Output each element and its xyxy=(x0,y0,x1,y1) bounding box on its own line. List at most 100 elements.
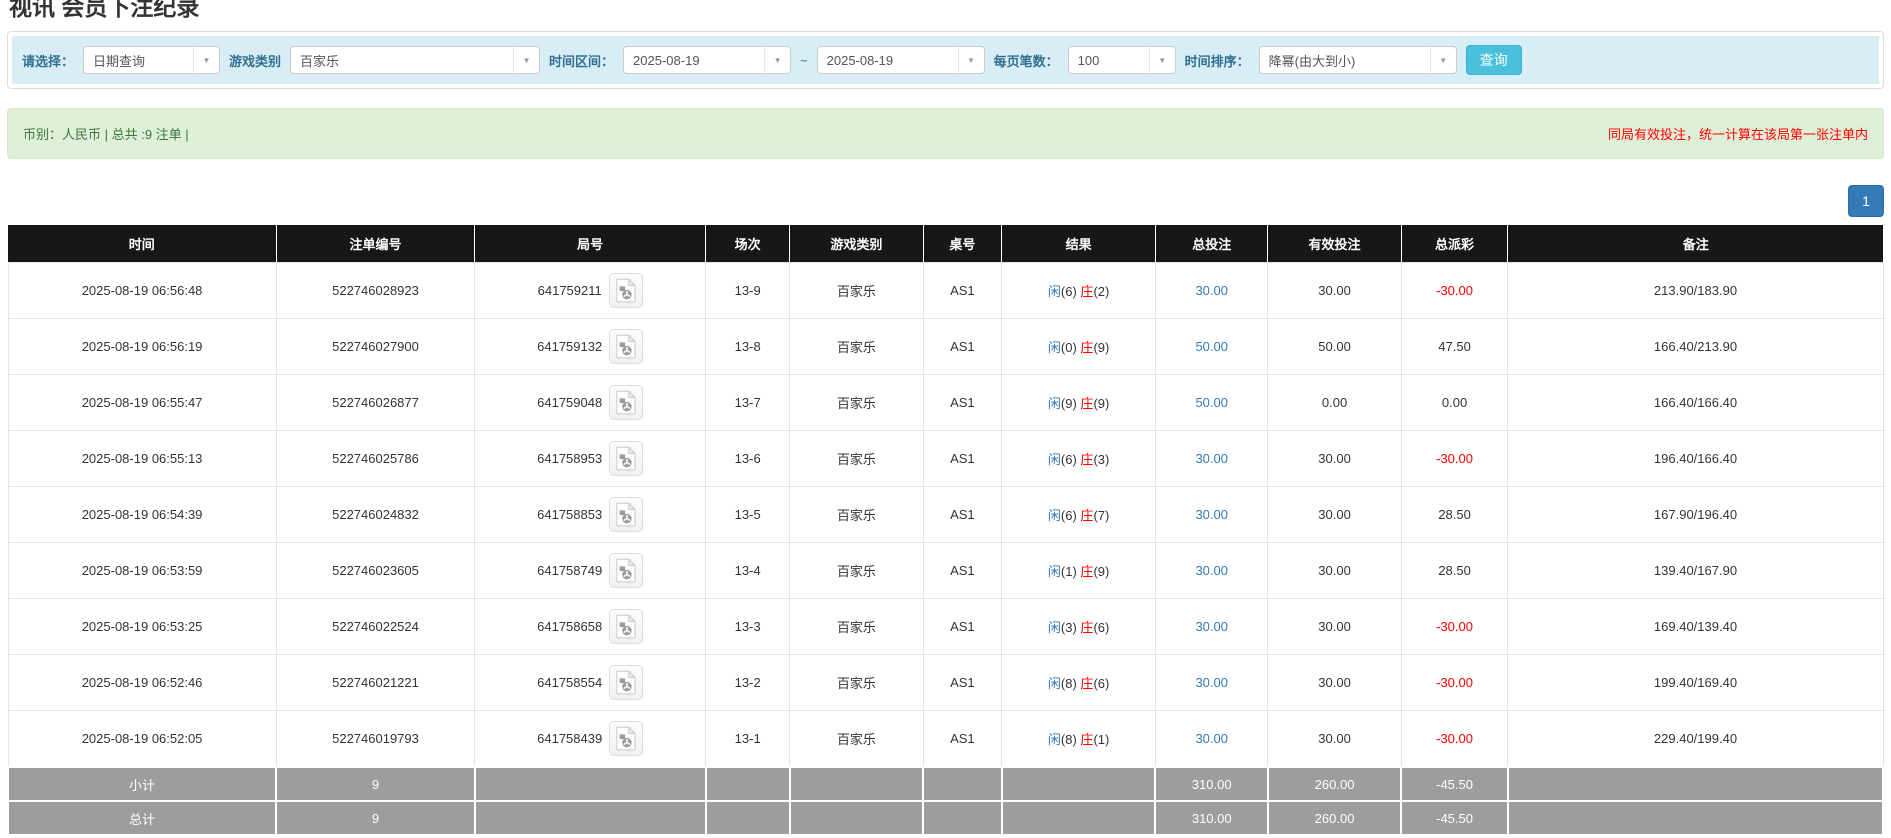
bets-table: 时间注单编号局号场次游戏类别桌号结果总投注有效投注总派彩备注 2025-08-1… xyxy=(7,225,1884,836)
table-number: AS1 xyxy=(923,487,1002,543)
query-button[interactable]: 查询 xyxy=(1466,45,1522,75)
bet-time: 2025-08-19 06:55:47 xyxy=(8,375,276,431)
date-to-select[interactable]: 2025-08-19 ▼ xyxy=(817,46,985,74)
video-replay-icon[interactable] xyxy=(609,273,643,308)
bet-time: 2025-08-19 06:53:59 xyxy=(8,543,276,599)
total-row-cell-3 xyxy=(706,801,790,835)
result-player-points: (9) xyxy=(1061,396,1077,411)
total-bet-link[interactable]: 30.00 xyxy=(1155,487,1268,543)
bet-number: 522746027900 xyxy=(276,319,475,375)
date-from-select[interactable]: 2025-08-19 ▼ xyxy=(623,46,791,74)
round-number: 641759132 xyxy=(537,339,602,354)
result-cell: 闲(3) 庄(6) xyxy=(1002,599,1156,655)
session-number: 13-5 xyxy=(706,487,790,543)
game-type-select[interactable]: 百家乐 ▼ xyxy=(290,46,540,74)
total-row-cell-8: 260.00 xyxy=(1268,801,1401,835)
sort-order-label: 时间排序： xyxy=(1185,51,1250,70)
valid-bet-notice-text: 同局有效投注，统一计算在该局第一张注单内 xyxy=(1608,124,1868,143)
video-replay-icon[interactable] xyxy=(609,665,643,700)
video-replay-icon[interactable] xyxy=(609,721,643,756)
video-replay-icon[interactable] xyxy=(609,609,643,644)
result-banker-points: (9) xyxy=(1093,564,1109,579)
result-player-label: 闲 xyxy=(1048,452,1061,467)
result-banker-label: 庄 xyxy=(1080,676,1093,691)
round-number: 641759048 xyxy=(537,395,602,410)
total-payout: -30.00 xyxy=(1401,711,1508,768)
result-cell: 闲(0) 庄(9) xyxy=(1002,319,1156,375)
remark: 166.40/166.40 xyxy=(1508,375,1883,431)
query-type-value: 日期查询 xyxy=(84,51,193,70)
total-bet-link[interactable]: 30.00 xyxy=(1155,431,1268,487)
video-replay-icon[interactable] xyxy=(609,441,643,476)
table-number: AS1 xyxy=(923,543,1002,599)
valid-bet: 30.00 xyxy=(1268,711,1401,768)
video-replay-icon[interactable] xyxy=(609,553,643,588)
session-number: 13-9 xyxy=(706,263,790,319)
result-banker-points: (6) xyxy=(1093,620,1109,635)
remark: 229.40/199.40 xyxy=(1508,711,1883,768)
bet-number: 522746023605 xyxy=(276,543,475,599)
video-replay-icon[interactable] xyxy=(609,329,643,364)
remark: 167.90/196.40 xyxy=(1508,487,1883,543)
total-payout: -30.00 xyxy=(1401,599,1508,655)
total-bet-link[interactable]: 30.00 xyxy=(1155,599,1268,655)
bet-time: 2025-08-19 06:56:19 xyxy=(8,319,276,375)
page-size-label: 每页笔数： xyxy=(994,51,1059,70)
page-1-button[interactable]: 1 xyxy=(1848,185,1884,217)
bet-row: 2025-08-19 06:55:47522746026877641759048… xyxy=(8,375,1883,431)
round-cell: 641758853 xyxy=(475,487,706,543)
total-bet-link[interactable]: 30.00 xyxy=(1155,263,1268,319)
table-number: AS1 xyxy=(923,319,1002,375)
video-replay-icon[interactable] xyxy=(609,385,643,420)
subtotal-row-cell-5 xyxy=(923,767,1002,801)
total-bet-link[interactable]: 30.00 xyxy=(1155,543,1268,599)
result-player-points: (1) xyxy=(1061,564,1077,579)
page-size-select[interactable]: 100 ▼ xyxy=(1068,46,1176,74)
column-header-3: 场次 xyxy=(706,225,790,263)
subtotal-row-cell-9: -45.50 xyxy=(1401,767,1508,801)
game-type: 百家乐 xyxy=(790,319,923,375)
round-number: 641758439 xyxy=(537,731,602,746)
bet-time: 2025-08-19 06:52:46 xyxy=(8,655,276,711)
column-header-2: 局号 xyxy=(475,225,706,263)
game-type: 百家乐 xyxy=(790,487,923,543)
total-bet-link[interactable]: 50.00 xyxy=(1155,319,1268,375)
total-payout: 0.00 xyxy=(1401,375,1508,431)
total-payout: -30.00 xyxy=(1401,431,1508,487)
game-type-label: 游戏类别 xyxy=(229,51,281,70)
bet-number: 522746022524 xyxy=(276,599,475,655)
valid-bet: 30.00 xyxy=(1268,543,1401,599)
total-bet-link[interactable]: 30.00 xyxy=(1155,711,1268,768)
date-range-tilde: ~ xyxy=(800,53,808,68)
total-bet-link[interactable]: 30.00 xyxy=(1155,655,1268,711)
subtotal-row-cell-3 xyxy=(706,767,790,801)
result-cell: 闲(6) 庄(3) xyxy=(1002,431,1156,487)
total-row-cell-10 xyxy=(1508,801,1883,835)
chevron-down-icon: ▼ xyxy=(958,47,984,73)
result-cell: 闲(6) 庄(7) xyxy=(1002,487,1156,543)
result-banker-points: (1) xyxy=(1093,732,1109,747)
filter-panel: 请选择： 日期查询 ▼ 游戏类别 百家乐 ▼ 时间区间： 2025-08-19 … xyxy=(7,31,1884,89)
result-player-label: 闲 xyxy=(1048,676,1061,691)
result-cell: 闲(1) 庄(9) xyxy=(1002,543,1156,599)
result-banker-points: (7) xyxy=(1093,508,1109,523)
total-row-cell-2 xyxy=(475,801,706,835)
total-bet-link[interactable]: 50.00 xyxy=(1155,375,1268,431)
table-number: AS1 xyxy=(923,375,1002,431)
result-banker-label: 庄 xyxy=(1080,452,1093,467)
round-number: 641758953 xyxy=(537,451,602,466)
game-type: 百家乐 xyxy=(790,263,923,319)
chevron-down-icon: ▼ xyxy=(1430,47,1456,73)
query-type-select[interactable]: 日期查询 ▼ xyxy=(83,46,220,74)
table-number: AS1 xyxy=(923,655,1002,711)
subtotal-row-cell-0: 小计 xyxy=(8,767,276,801)
page-title: 视讯 会员下注纪录 xyxy=(9,0,1884,22)
result-banker-label: 庄 xyxy=(1080,620,1093,635)
result-banker-label: 庄 xyxy=(1080,284,1093,299)
video-replay-icon[interactable] xyxy=(609,497,643,532)
valid-bet: 30.00 xyxy=(1268,263,1401,319)
table-number: AS1 xyxy=(923,711,1002,768)
session-number: 13-8 xyxy=(706,319,790,375)
sort-order-select[interactable]: 降幂(由大到小) ▼ xyxy=(1259,46,1457,74)
remark: 139.40/167.90 xyxy=(1508,543,1883,599)
